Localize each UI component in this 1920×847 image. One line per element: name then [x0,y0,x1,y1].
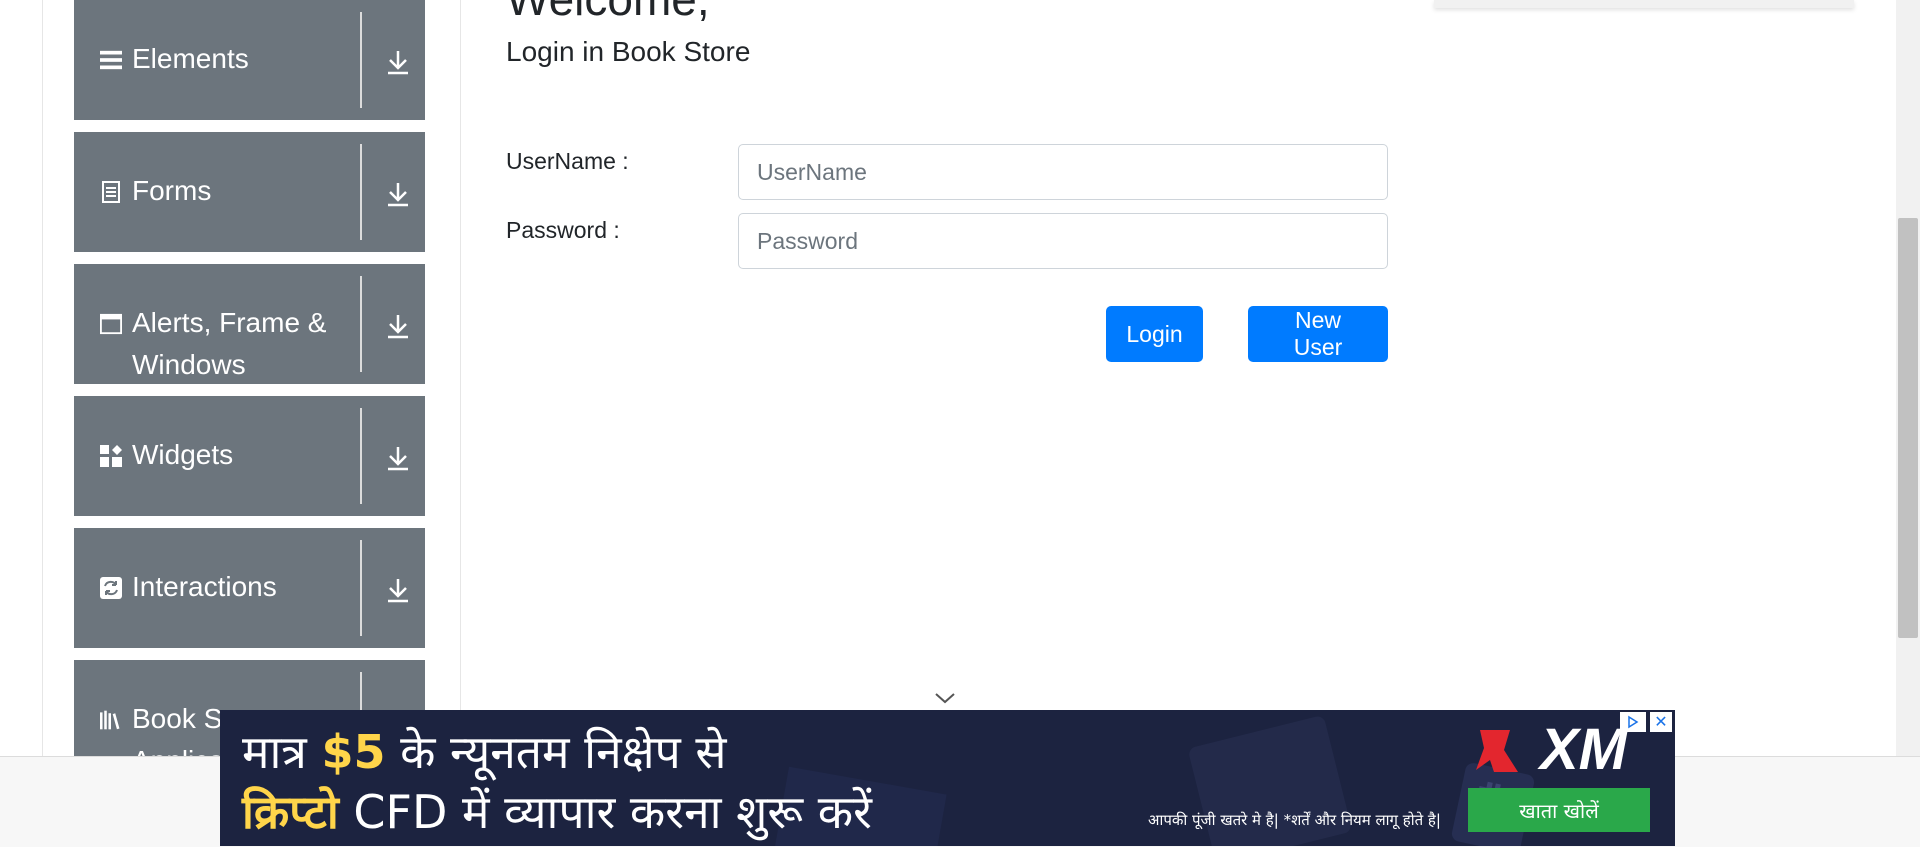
username-input[interactable] [738,144,1388,200]
download-arrow-icon[interactable] [384,576,412,604]
top-ad-banner [1434,0,1854,8]
sidebar-group-label: Elements [132,43,249,74]
sidebar-group-label: Forms [132,175,212,206]
widgets-icon [100,445,122,467]
sidebar-group-label: Widgets [132,439,234,470]
download-arrow-icon[interactable] [384,180,412,208]
ad-brand: XM [1540,717,1627,782]
sidebar-group-label: Interactions [132,571,277,602]
sidebar-group-label: Alerts, Frame & Windows [132,307,327,380]
content-divider [460,0,461,756]
group-divider [360,408,362,504]
books-icon [100,709,122,731]
window-icon [100,313,122,335]
scrollbar-thumb[interactable] [1898,218,1918,638]
group-divider [360,144,362,240]
username-label: UserName : [506,148,629,174]
group-divider [360,12,362,108]
advertisement-banner[interactable]: ₿ मात्र $5 के न्यूनतम निक्षेप से क्रिप्ट… [220,710,1675,846]
sidebar-group-widgets[interactable]: Widgets [74,396,425,516]
sidebar: Elements Forms Alerts, Frame & Windows W… [74,0,425,756]
page-subtitle: Login in Book Store [506,36,751,67]
close-icon[interactable]: ✕ [1650,712,1672,732]
download-arrow-icon[interactable] [384,444,412,472]
ad-headline-line1: मात्र $5 के न्यूनतम निक्षेप से [242,725,727,779]
ad-cta-button[interactable]: खाता खोलें [1468,788,1650,832]
login-button[interactable]: Login [1106,306,1203,362]
ad-headline-line2: क्रिप्टो CFD में व्यापार करना शुरू करें [242,785,872,839]
interactions-icon [100,577,122,599]
ad-disclaimer: आपकी पूंजी खतरे मे है| *शर्तें और नियम ल… [1148,811,1441,829]
download-arrow-icon[interactable] [384,312,412,340]
adchoices-icon[interactable] [1620,712,1646,732]
form-icon [100,181,122,203]
sidebar-group-alerts[interactable]: Alerts, Frame & Windows [74,264,425,384]
group-divider [360,540,362,636]
page-left-border [42,0,43,756]
sidebar-group-elements[interactable]: Elements [74,0,425,120]
new-user-button[interactable]: New User [1248,306,1388,362]
sidebar-group-forms[interactable]: Forms [74,132,425,252]
password-label: Password : [506,217,620,243]
xm-logo-icon [1476,730,1518,772]
group-divider [360,276,362,372]
welcome-heading: Welcome, [506,0,710,26]
chevron-down-icon[interactable] [934,690,956,706]
list-icon [100,49,122,71]
sidebar-group-interactions[interactable]: Interactions [74,528,425,648]
password-input[interactable] [738,213,1388,269]
download-arrow-icon[interactable] [384,48,412,76]
